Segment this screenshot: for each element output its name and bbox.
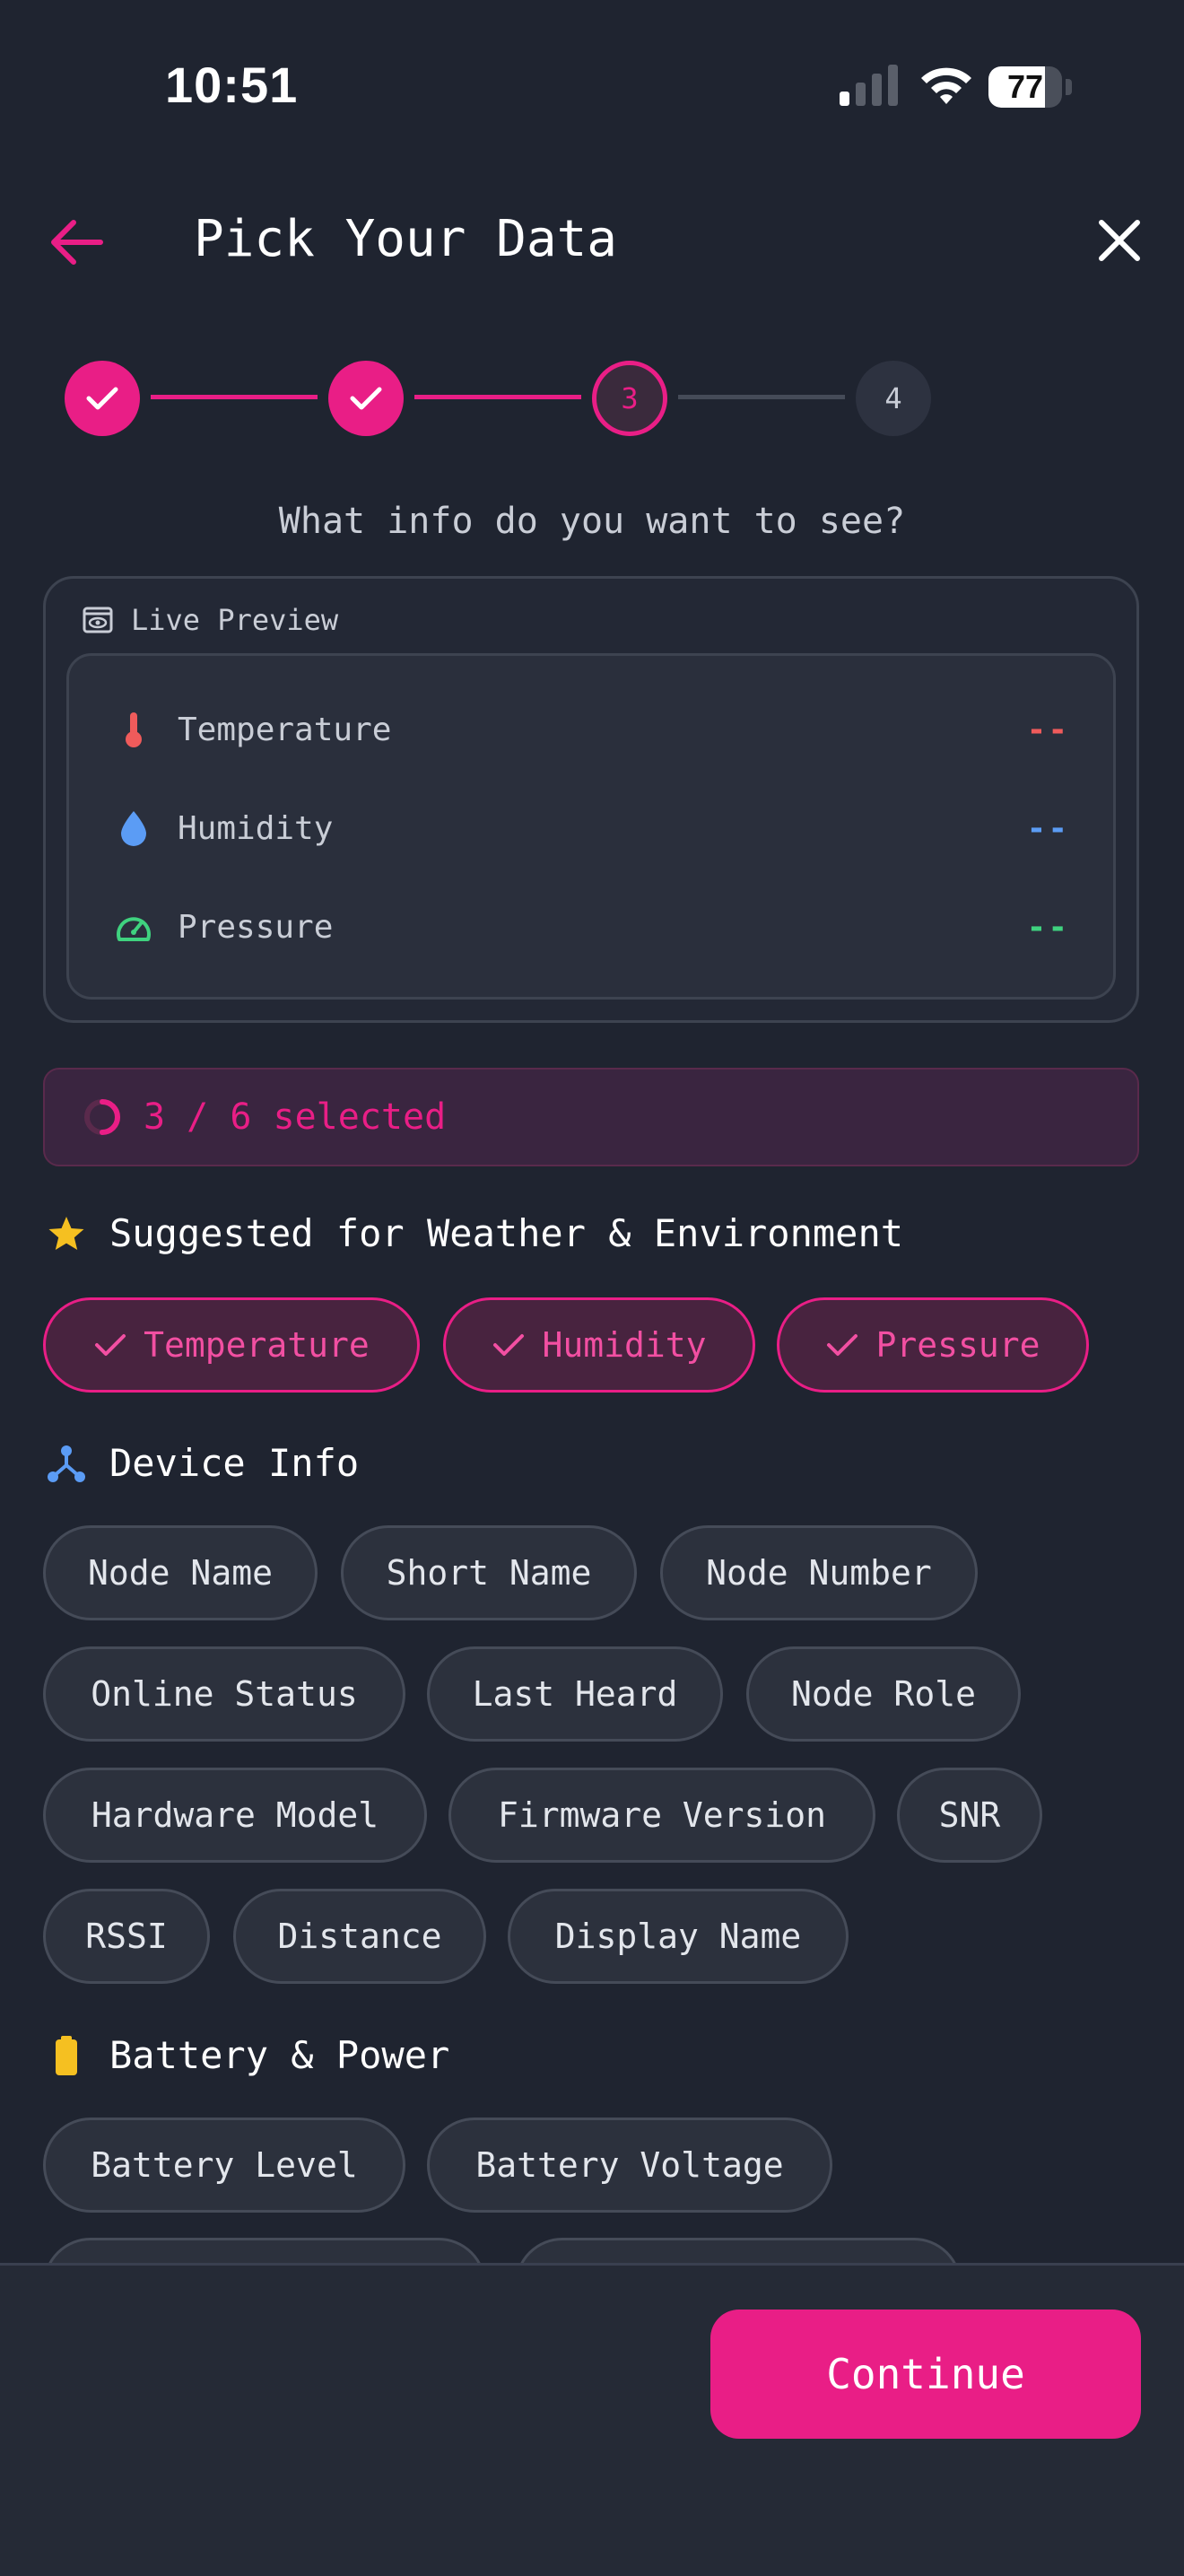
preview-eye-icon <box>83 607 113 633</box>
selection-count-banner: 3 / 6 selected <box>43 1068 1139 1166</box>
chip-online-status[interactable]: Online Status <box>43 1646 405 1742</box>
chip-node-name[interactable]: Node Name <box>43 1525 318 1620</box>
cellular-signal-icon <box>840 65 898 106</box>
preview-value: -- <box>1026 809 1069 847</box>
step-connector <box>151 395 318 399</box>
section-suggested-header: Suggested for Weather & Environment <box>47 1211 903 1255</box>
chip-label: Pressure <box>875 1325 1040 1365</box>
preview-row-pressure: Pressure -- <box>66 878 1116 976</box>
section-battery-header: Battery & Power <box>47 2033 449 2077</box>
thermometer-icon <box>113 709 154 750</box>
chip-node-number[interactable]: Node Number <box>660 1525 978 1620</box>
preview-value: -- <box>1026 908 1069 946</box>
section-device-info-header: Device Info <box>47 1441 359 1485</box>
live-preview-label: Live Preview <box>131 603 339 637</box>
chip-temperature-selected[interactable]: Temperature <box>43 1297 420 1393</box>
preview-label: Pressure <box>178 908 334 946</box>
back-arrow-icon[interactable] <box>47 215 104 269</box>
wifi-icon <box>921 67 971 104</box>
preview-value: -- <box>1026 711 1069 748</box>
step-1-complete <box>65 361 140 436</box>
live-preview-header: Live Preview <box>83 603 338 637</box>
question-text: What info do you want to see? <box>278 501 906 542</box>
battery-level: 77 <box>1006 68 1044 105</box>
page-title: Pick Your Data <box>194 210 618 268</box>
chip-node-role[interactable]: Node Role <box>746 1646 1021 1742</box>
chip-battery-level[interactable]: Battery Level <box>43 2118 405 2213</box>
star-icon <box>48 1216 84 1250</box>
section-title: Device Info <box>109 1441 360 1485</box>
chip-pressure-selected[interactable]: Pressure <box>777 1297 1089 1393</box>
status-time: 10:51 <box>165 57 299 113</box>
chip-firmware-version[interactable]: Firmware Version <box>448 1768 875 1863</box>
progress-ring-icon <box>84 1099 120 1135</box>
preview-row-humidity: Humidity -- <box>66 779 1116 878</box>
battery-icon: 77 <box>988 66 1073 109</box>
network-nodes-icon <box>48 1445 85 1482</box>
chip-hardware-model[interactable]: Hardware Model <box>43 1768 427 1863</box>
chip-label: Temperature <box>144 1325 370 1365</box>
step-2-complete <box>328 361 404 436</box>
close-icon[interactable] <box>1096 217 1143 264</box>
chip-battery-voltage[interactable]: Battery Voltage <box>427 2118 832 2213</box>
chip-short-name[interactable]: Short Name <box>341 1525 637 1620</box>
chip-rssi[interactable]: RSSI <box>43 1889 210 1984</box>
section-title: Suggested for Weather & Environment <box>109 1211 904 1255</box>
check-icon <box>493 1334 525 1356</box>
preview-row-temperature: Temperature -- <box>66 680 1116 779</box>
chip-snr[interactable]: SNR <box>897 1768 1042 1863</box>
step-3-current: 3 <box>592 361 667 436</box>
step-connector <box>678 395 845 399</box>
continue-button[interactable]: Continue <box>710 2310 1141 2439</box>
check-icon <box>95 1334 126 1356</box>
check-icon <box>350 387 382 410</box>
section-title: Battery & Power <box>109 2033 450 2077</box>
droplet-icon <box>113 808 154 849</box>
chip-label: Humidity <box>542 1325 707 1365</box>
check-icon <box>86 387 118 410</box>
step-connector <box>414 395 581 399</box>
preview-label: Humidity <box>178 809 334 847</box>
preview-label: Temperature <box>178 711 392 748</box>
chip-display-name[interactable]: Display Name <box>508 1889 849 1984</box>
gauge-icon <box>113 906 154 947</box>
battery-power-icon <box>56 2035 77 2075</box>
selection-count-text: 3 / 6 selected <box>144 1096 447 1138</box>
chip-last-heard[interactable]: Last Heard <box>427 1646 723 1742</box>
chip-humidity-selected[interactable]: Humidity <box>443 1297 755 1393</box>
chip-distance[interactable]: Distance <box>233 1889 486 1984</box>
step-4-pending: 4 <box>856 361 931 436</box>
check-icon <box>827 1334 858 1356</box>
